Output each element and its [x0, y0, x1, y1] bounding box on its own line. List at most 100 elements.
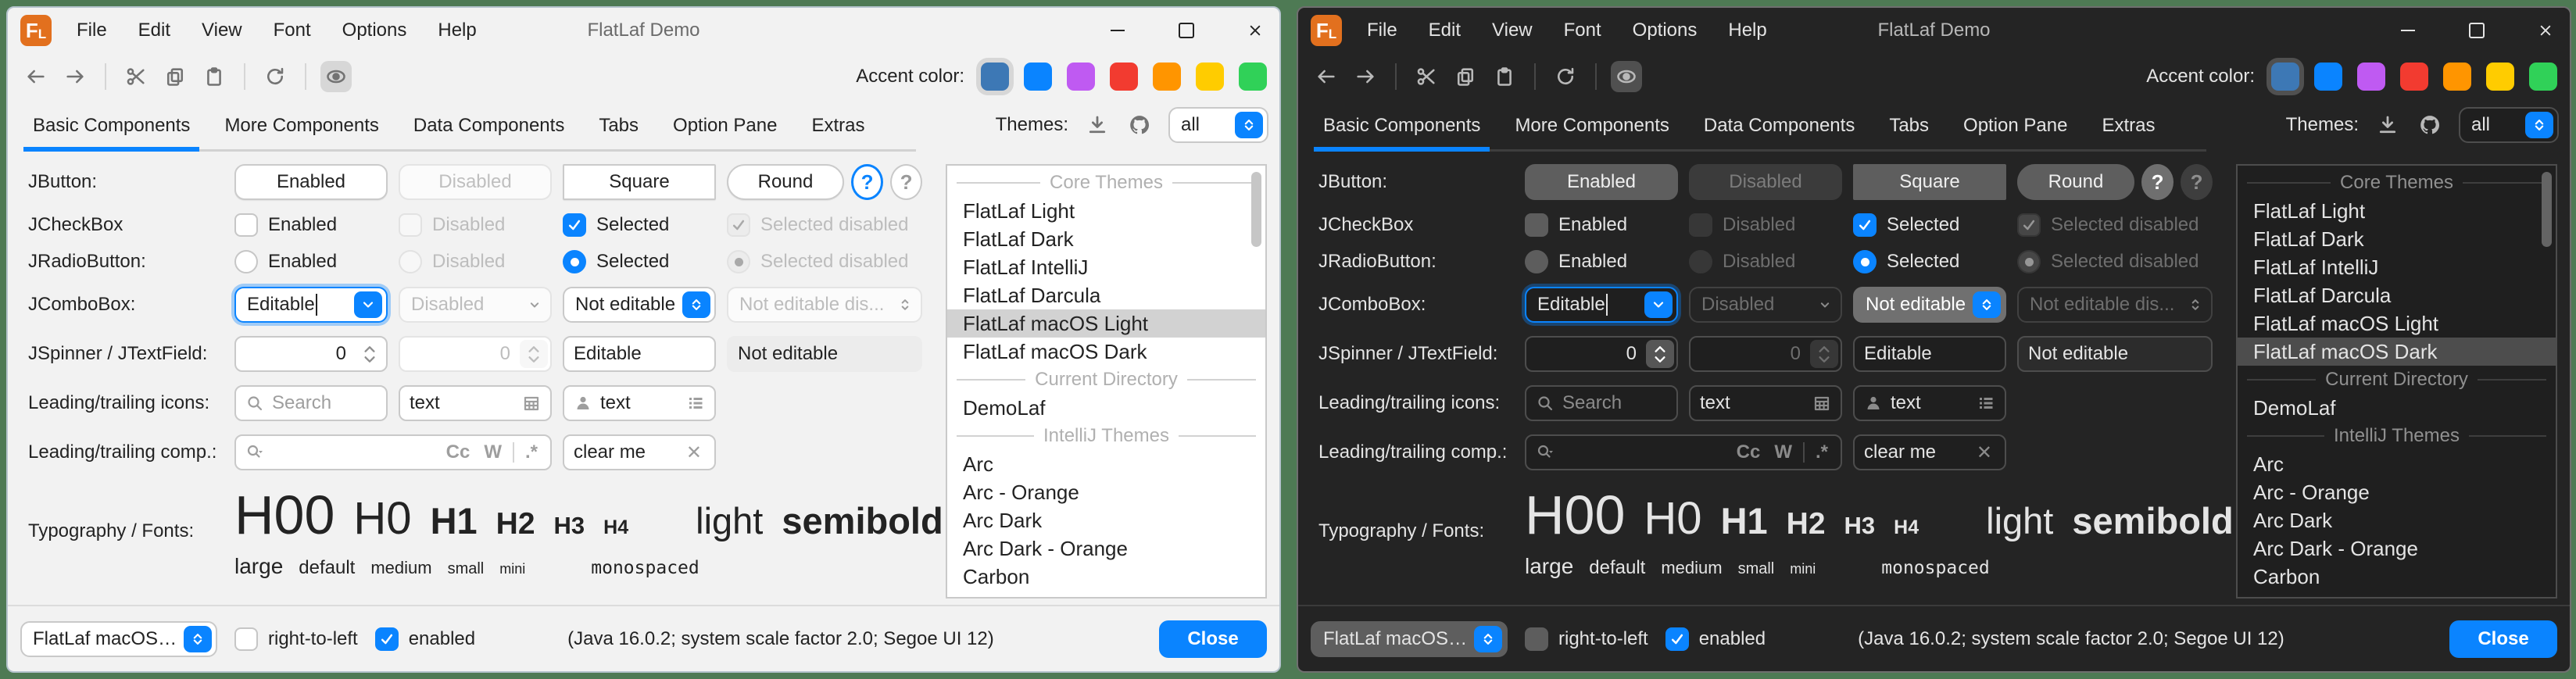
tab-basic-components[interactable]: Basic Components — [23, 100, 199, 152]
theme-item[interactable]: FlatLaf Darcula — [2238, 281, 2556, 309]
theme-item[interactable]: FlatLaf Light — [2238, 197, 2556, 225]
back-button[interactable] — [20, 61, 52, 92]
menu-help[interactable]: Help — [1728, 20, 1766, 41]
calendar-grid-icon[interactable] — [1812, 394, 1831, 413]
close-button[interactable]: Close — [1159, 620, 1267, 658]
text-field-user-list[interactable]: text — [1853, 385, 2006, 421]
theme-item[interactable]: Arc Dark - Orange — [947, 534, 1265, 563]
scrollbar-thumb[interactable] — [1251, 172, 1261, 247]
combo-arrow-button[interactable] — [1644, 291, 1673, 318]
tab-data-components[interactable]: Data Components — [1694, 100, 1864, 152]
themes-listbox[interactable]: Core Themes FlatLaf Light FlatLaf Dark F… — [2236, 164, 2557, 599]
enabled-checkbox[interactable]: enabled — [1665, 627, 1766, 651]
tab-more-components[interactable]: More Components — [1505, 100, 1678, 152]
whole-word-button[interactable]: W — [1771, 441, 1795, 463]
show-hints-eye-toggle[interactable] — [1611, 61, 1642, 92]
theme-item[interactable]: FlatLaf Darcula — [947, 281, 1265, 309]
spinner-arrows[interactable] — [356, 340, 384, 368]
minimize-button[interactable] — [1104, 17, 1131, 44]
tab-extras[interactable]: Extras — [2092, 100, 2164, 152]
jbutton-enabled[interactable]: Enabled — [234, 164, 388, 200]
jbutton-square[interactable]: Square — [1853, 164, 2006, 200]
textfield-editable[interactable]: Editable — [1853, 336, 2006, 372]
menu-font[interactable]: Font — [274, 20, 311, 41]
github-button[interactable] — [1126, 112, 1153, 138]
tab-tabs[interactable]: Tabs — [589, 100, 648, 152]
combobox-not-editable[interactable]: Not editable — [1853, 287, 2006, 323]
match-case-button[interactable]: Cc — [1733, 441, 1764, 463]
accent-blue-swatch[interactable] — [1024, 63, 1052, 91]
github-button[interactable] — [2417, 112, 2443, 138]
whole-word-button[interactable]: W — [481, 441, 505, 463]
theme-item[interactable]: Cobalt 2 — [947, 591, 1265, 599]
theme-item[interactable]: FlatLaf IntelliJ — [947, 253, 1265, 281]
theme-item[interactable]: Arc Dark — [947, 506, 1265, 534]
menu-edit[interactable]: Edit — [138, 20, 170, 41]
accent-default-blue-swatch[interactable] — [981, 63, 1009, 91]
spinner-arrows[interactable] — [1646, 340, 1674, 368]
paste-button[interactable] — [199, 61, 230, 92]
combobox-editable[interactable]: Editable — [1525, 287, 1678, 323]
accent-default-blue-swatch[interactable] — [2271, 63, 2299, 91]
textfield-editable[interactable]: Editable — [563, 336, 716, 372]
tab-extras[interactable]: Extras — [802, 100, 874, 152]
accent-orange-swatch[interactable] — [2443, 63, 2471, 91]
search-field[interactable]: Search — [234, 385, 388, 421]
theme-item[interactable]: Arc - Orange — [2238, 478, 2556, 506]
tab-basic-components[interactable]: Basic Components — [1314, 100, 1490, 152]
theme-item[interactable]: Carbon — [947, 563, 1265, 591]
clear-x-button[interactable]: ✕ — [683, 441, 705, 464]
checkbox-enabled[interactable]: Enabled — [234, 213, 388, 237]
search-options-field[interactable]: Cc W .* — [234, 434, 552, 470]
help-button-primary[interactable]: ? — [851, 164, 883, 200]
clear-me-field[interactable]: clear me ✕ — [563, 434, 716, 470]
search-field[interactable]: Search — [1525, 385, 1678, 421]
scrollbar-thumb[interactable] — [2542, 172, 2552, 247]
spinner[interactable]: 0 — [1525, 336, 1678, 372]
theme-item[interactable]: FlatLaf Dark — [947, 225, 1265, 253]
jbutton-square[interactable]: Square — [563, 164, 716, 200]
menu-view[interactable]: View — [1492, 20, 1533, 41]
accent-green-swatch[interactable] — [2529, 63, 2557, 91]
tab-data-components[interactable]: Data Components — [404, 100, 574, 152]
tab-option-pane[interactable]: Option Pane — [1954, 100, 2077, 152]
jbutton-round[interactable]: Round — [727, 164, 844, 200]
copy-button[interactable] — [1450, 61, 1481, 92]
accent-purple-swatch[interactable] — [1067, 63, 1095, 91]
download-themes-button[interactable] — [2374, 112, 2401, 138]
accent-orange-swatch[interactable] — [1153, 63, 1181, 91]
clear-me-field[interactable]: clear me ✕ — [1853, 434, 2006, 470]
theme-item[interactable]: Carbon — [2238, 563, 2556, 591]
theme-item[interactable]: Arc - Orange — [947, 478, 1265, 506]
radio-enabled[interactable]: Enabled — [234, 250, 388, 273]
right-to-left-checkbox[interactable]: right-to-left — [1525, 627, 1648, 651]
jbutton-round[interactable]: Round — [2017, 164, 2134, 200]
theme-item[interactable]: Arc — [2238, 450, 2556, 478]
menu-font[interactable]: Font — [1564, 20, 1601, 41]
copy-button[interactable] — [159, 61, 191, 92]
show-hints-eye-toggle[interactable] — [320, 61, 352, 92]
theme-item[interactable]: FlatLaf macOS Dark — [947, 338, 1265, 366]
lookandfeel-combo[interactable]: FlatLaf macOS Li... — [20, 621, 217, 657]
theme-item[interactable]: FlatLaf macOS Dark — [2238, 338, 2556, 366]
checkbox-selected[interactable]: Selected — [1853, 213, 2006, 237]
close-window-button[interactable] — [2532, 17, 2559, 44]
themes-filter-combo[interactable]: all — [2459, 107, 2559, 143]
text-field-calendar[interactable]: text — [399, 385, 552, 421]
regex-button[interactable]: .* — [1812, 441, 1831, 463]
forward-button[interactable] — [1350, 61, 1381, 92]
radio-selected[interactable]: Selected — [1853, 250, 2006, 273]
theme-item[interactable]: Arc — [947, 450, 1265, 478]
accent-yellow-swatch[interactable] — [2486, 63, 2514, 91]
search-with-caret-icon[interactable] — [1536, 443, 1555, 462]
theme-item[interactable]: Cobalt 2 — [2238, 591, 2556, 599]
help-button-primary[interactable]: ? — [2141, 164, 2174, 200]
accent-red-swatch[interactable] — [2400, 63, 2428, 91]
cut-button[interactable] — [1411, 61, 1442, 92]
paste-button[interactable] — [1489, 61, 1520, 92]
lookandfeel-combo[interactable]: FlatLaf macOS D... — [1311, 621, 1508, 657]
combobox-not-editable[interactable]: Not editable — [563, 287, 716, 323]
forward-button[interactable] — [59, 61, 91, 92]
text-field-calendar[interactable]: text — [1689, 385, 1842, 421]
tab-option-pane[interactable]: Option Pane — [664, 100, 786, 152]
